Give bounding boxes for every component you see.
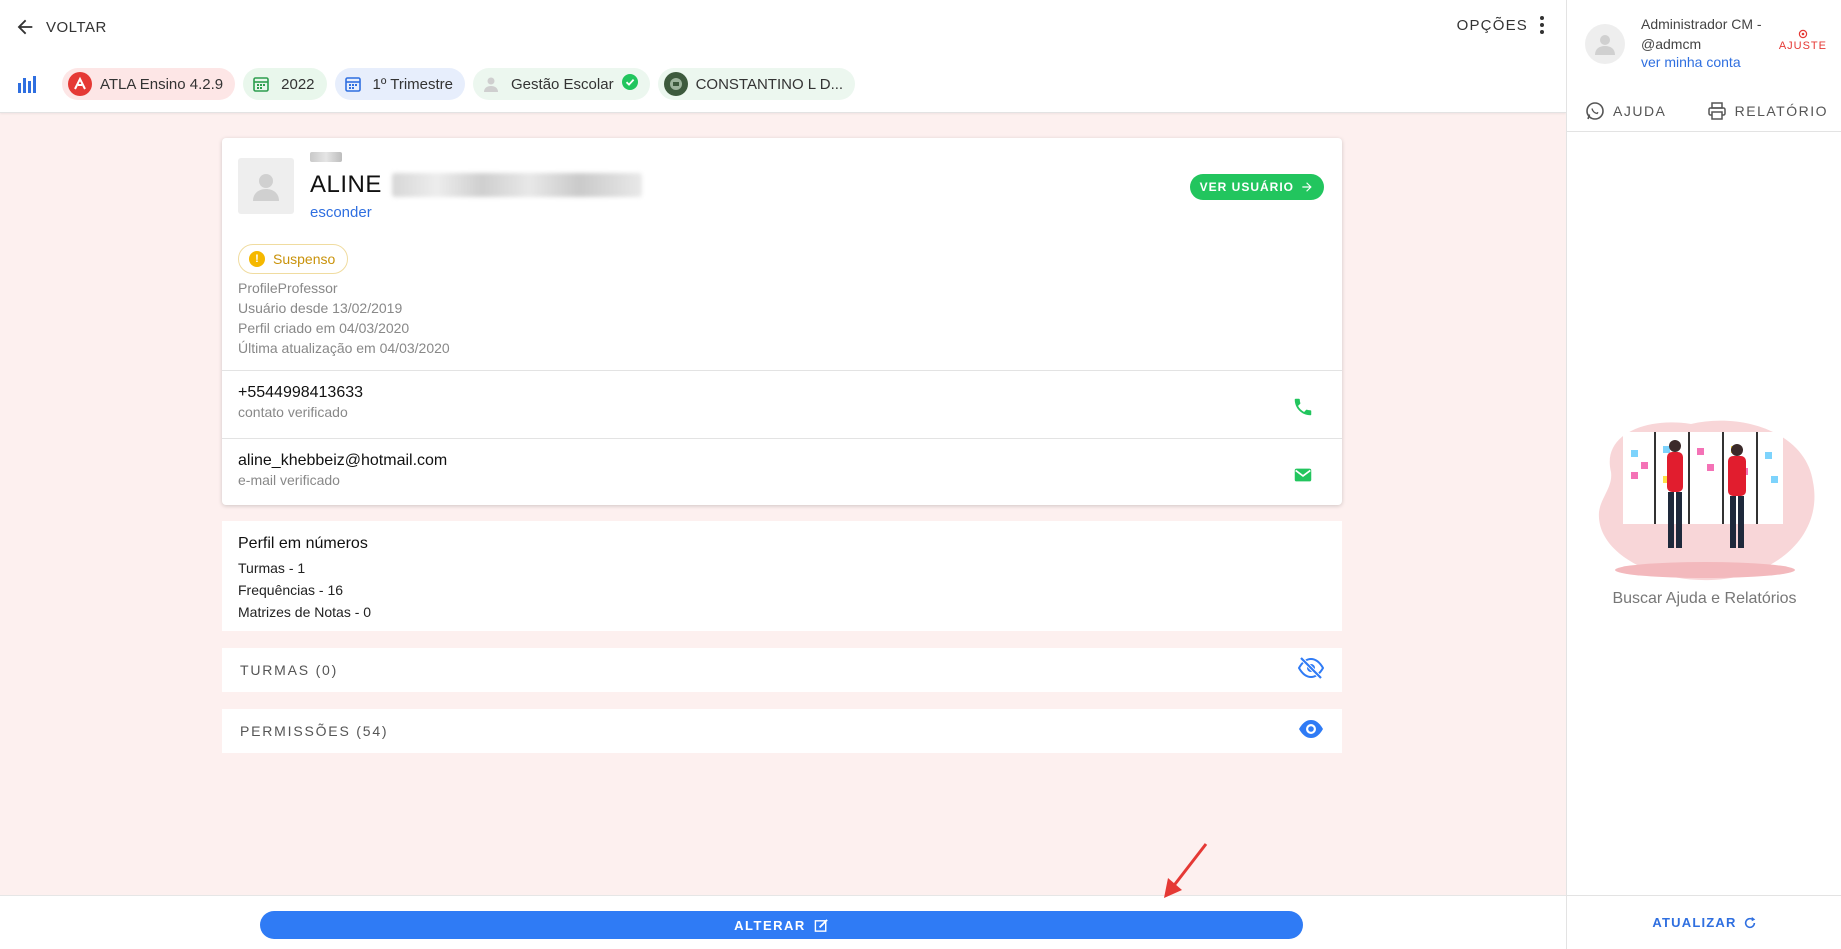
arrow-left-icon [17, 19, 33, 35]
divider [222, 370, 1342, 371]
calendar-icon [341, 72, 365, 96]
options-menu-button[interactable]: OPÇÕES [1457, 16, 1544, 34]
redacted-label [310, 152, 342, 162]
section-turmas[interactable]: TURMAS (0) [222, 648, 1342, 692]
settings-button[interactable]: AJUSTE [1779, 28, 1827, 52]
tab-help-label: AJUDA [1613, 102, 1667, 119]
mail-icon[interactable] [1292, 464, 1314, 491]
divider [222, 438, 1342, 439]
edit-icon [814, 918, 828, 932]
back-label: VOLTAR [46, 18, 107, 36]
profile-name: ALINE [310, 171, 642, 199]
chip-year[interactable]: 2022 [243, 68, 327, 100]
profile-meta: ProfileProfessor Usuário desde 13/02/201… [238, 278, 450, 358]
chip-profile-module[interactable]: Gestão Escolar [473, 68, 650, 100]
chip-school-label: CONSTANTINO L D... [695, 75, 844, 93]
status-badge: ! Suspenso [238, 244, 349, 274]
profile-numbers-card: Perfil em números Turmas - 1 Frequências… [222, 521, 1342, 631]
email-contact: aline_khebbeiz@hotmail.com e-mail verifi… [238, 452, 1328, 488]
meta-updated: Última atualização em 04/03/2020 [238, 340, 450, 356]
chip-school[interactable]: CONSTANTINO L D... [657, 68, 856, 100]
avatar [238, 158, 294, 214]
back-button[interactable]: VOLTAR [14, 16, 107, 38]
user-placeholder-icon [1595, 35, 1615, 55]
bottom-action-bar: ALTERAR [0, 895, 1566, 949]
chip-module-label: Gestão Escolar [511, 75, 614, 93]
chip-system-label: ATLA Ensino 4.2.9 [100, 75, 224, 93]
tab-report-label: RELATÓRIO [1734, 102, 1828, 119]
phone-status: contato verificado [238, 404, 348, 420]
redacted-surname [391, 173, 642, 197]
user-placeholder-icon [253, 174, 279, 201]
alter-label: ALTERAR [734, 917, 806, 933]
whatsapp-icon [1586, 101, 1604, 120]
account-panel: Administrador CM - @admcm ver minha cont… [1585, 14, 1827, 84]
chip-trimester[interactable]: 1º Trimestre [334, 68, 466, 100]
right-sidebar: Administrador CM - @admcm ver minha cont… [1566, 0, 1841, 949]
list-item: Turmas - 1 [238, 560, 306, 576]
alter-button[interactable]: ALTERAR [260, 911, 1303, 939]
eye-off-icon[interactable] [1297, 656, 1325, 684]
section-permissoes-label: PERMISSÕES (54) [240, 723, 389, 739]
more-vertical-icon [1540, 16, 1544, 34]
phone-contact: +5544998413633 contato verificado [238, 384, 1328, 420]
help-illustration [1598, 420, 1815, 581]
chip-year-label: 2022 [281, 75, 315, 93]
view-user-button[interactable]: VER USUÁRIO [1189, 174, 1324, 200]
printer-icon [1707, 101, 1726, 120]
refresh-button[interactable]: ATUALIZAR [1652, 915, 1756, 930]
gear-icon [1798, 29, 1808, 39]
section-permissoes[interactable]: PERMISSÕES (54) [222, 709, 1342, 753]
arrow-right-icon [1302, 182, 1312, 192]
numbers-list: Turmas - 1 Frequências - 16 Matrizes de … [238, 557, 371, 623]
list-item: Matrizes de Notas - 0 [238, 604, 372, 620]
tab-report[interactable]: RELATÓRIO [1707, 101, 1828, 121]
check-circle-icon [621, 74, 638, 94]
tab-help[interactable]: AJUDA [1585, 101, 1666, 121]
numbers-title: Perfil em números [238, 535, 368, 552]
list-item: Frequências - 16 [238, 582, 344, 598]
phone-icon[interactable] [1292, 396, 1314, 423]
sidebar-footer: ATUALIZAR [1567, 895, 1841, 949]
sidebar-caption: Buscar Ajuda e Relatórios [1612, 590, 1797, 607]
context-chips: ATLA Ensino 4.2.9 2022 1º Trimestre Gest… [16, 68, 856, 100]
user-avatar-icon [479, 72, 503, 96]
email-address: aline_khebbeiz@hotmail.com [238, 452, 448, 469]
email-status: e-mail verificado [238, 472, 340, 488]
my-account-link[interactable]: ver minha conta [1641, 54, 1741, 70]
eye-icon[interactable] [1298, 718, 1324, 745]
options-label: OPÇÕES [1456, 16, 1528, 34]
top-header: VOLTAR OPÇÕES ATLA Ensino 4.2.9 2022 1º … [0, 0, 1566, 113]
settings-label: AJUSTE [1778, 40, 1827, 52]
view-user-label: VER USUÁRIO [1199, 180, 1294, 194]
account-name: Administrador CM - @admcm [1641, 16, 1762, 52]
calendar-icon [249, 72, 273, 96]
section-turmas-label: TURMAS (0) [240, 662, 339, 678]
meta-profile-type: ProfileProfessor [238, 280, 338, 296]
phone-number: +5544998413633 [238, 384, 364, 401]
profile-first-name: ALINE [310, 171, 382, 198]
sidebar-tabs: AJUDA RELATÓRIO [1567, 90, 1841, 132]
refresh-icon [1744, 916, 1755, 928]
warning-icon: ! [249, 251, 265, 267]
meta-user-since: Usuário desde 13/02/2019 [238, 300, 403, 316]
avatar[interactable] [1585, 24, 1625, 64]
school-logo-icon [663, 72, 688, 96]
refresh-label: ATUALIZAR [1652, 915, 1737, 930]
status-label: Suspenso [273, 251, 336, 267]
meta-created: Perfil criado em 04/03/2020 [238, 320, 410, 336]
profile-card: ALINE esconder VER USUÁRIO ! Suspenso Pr… [222, 138, 1342, 505]
chip-system-version[interactable]: ATLA Ensino 4.2.9 [62, 68, 236, 100]
atla-logo-icon [68, 72, 92, 96]
annotation-arrow-icon [1164, 843, 1208, 898]
bar-chart-icon[interactable] [16, 73, 38, 95]
chip-trimester-label: 1º Trimestre [372, 75, 454, 93]
hide-link[interactable]: esconder [310, 204, 372, 221]
